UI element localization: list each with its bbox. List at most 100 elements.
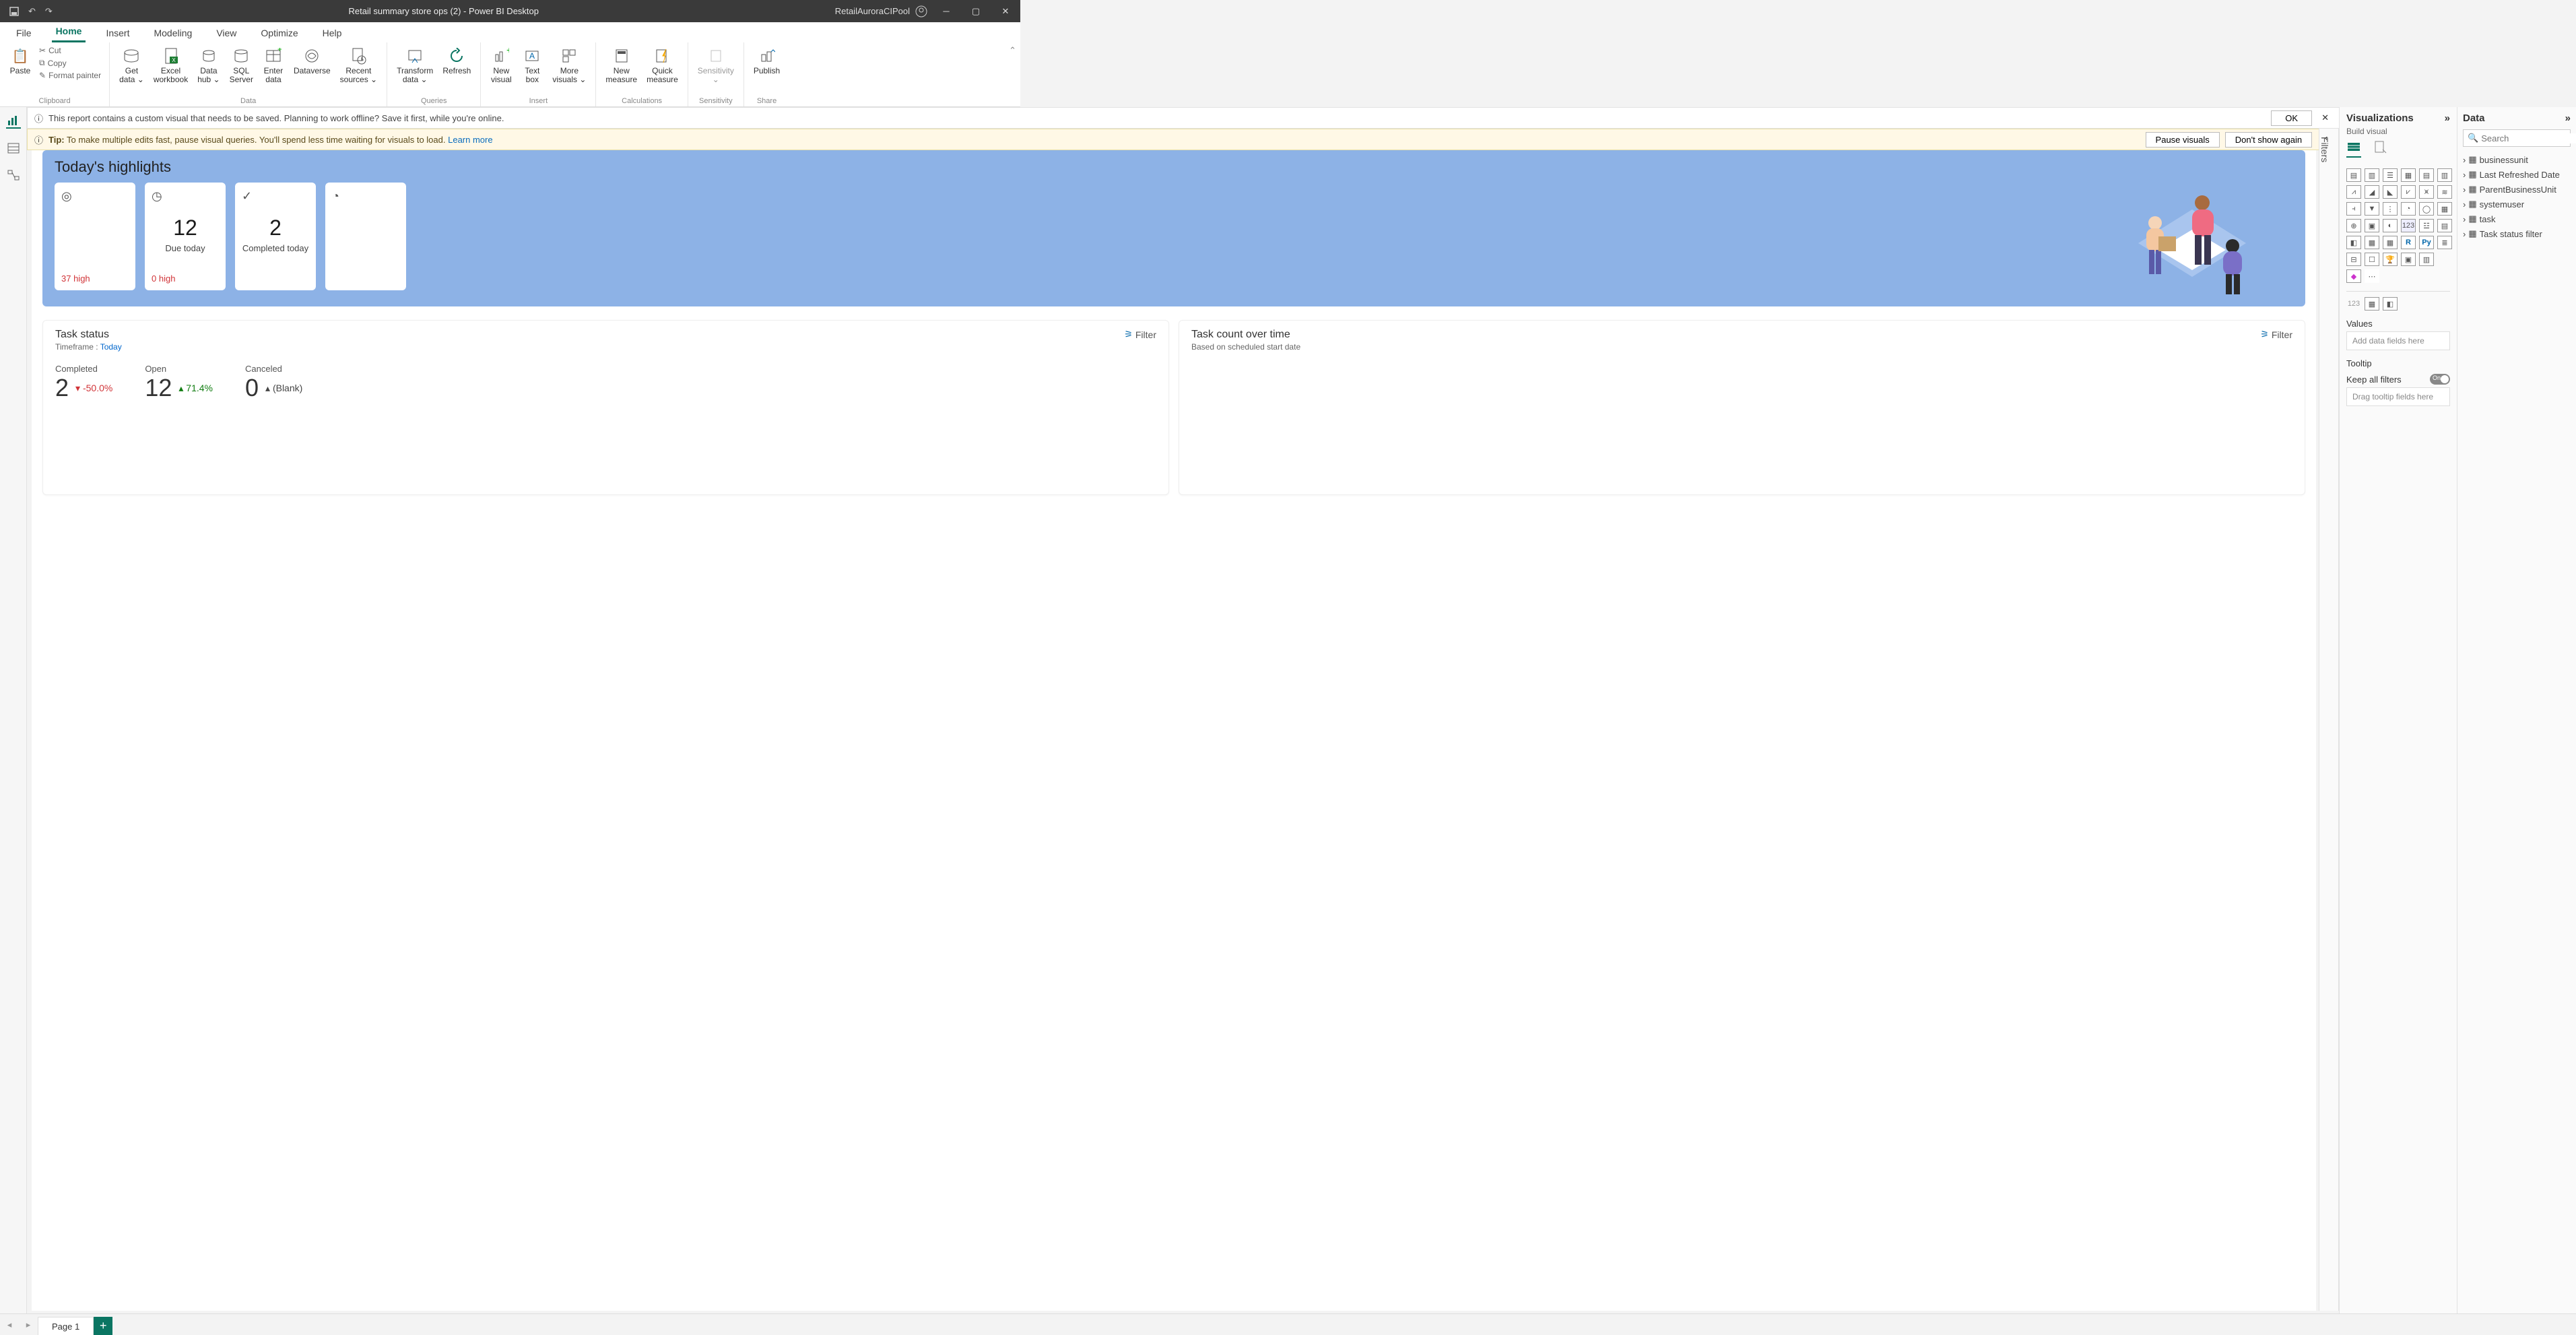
page-tab[interactable]: Page 1: [38, 1317, 94, 1335]
viz-slicer[interactable]: ▦: [2365, 236, 2379, 249]
viz-line[interactable]: ⩘: [2346, 185, 2361, 199]
highlight-card[interactable]: ◎ 37 high: [55, 183, 135, 290]
viz-table[interactable]: ▦: [2383, 236, 2398, 249]
excel-button[interactable]: XExcel workbook: [150, 45, 192, 86]
viz-line-clustered[interactable]: ⩙: [2419, 185, 2434, 199]
model-view-button[interactable]: [6, 168, 21, 183]
viz-azure-map[interactable]: ◐: [2383, 219, 2398, 232]
tab-help[interactable]: Help: [319, 24, 346, 42]
recent-sources-button[interactable]: Recent sources ⌄: [336, 45, 381, 86]
search-box[interactable]: 🔍: [2463, 129, 2571, 147]
search-input[interactable]: [2481, 133, 2576, 143]
field-item[interactable]: ›▦task: [2463, 211, 2571, 226]
viz-stacked-bar[interactable]: ▤: [2346, 168, 2361, 182]
filters-pane-collapsed[interactable]: ‹ Filters: [2319, 129, 2339, 1311]
info-close-button[interactable]: ✕: [2317, 112, 2333, 123]
chevron-right-icon[interactable]: »: [2445, 112, 2450, 124]
tab-optimize[interactable]: Optimize: [257, 24, 302, 42]
tab-insert[interactable]: Insert: [102, 24, 133, 42]
copy-button[interactable]: ⧉Copy: [36, 57, 104, 69]
dataverse-button[interactable]: Dataverse: [290, 45, 335, 77]
report-canvas[interactable]: Today's highlights ◎ 37 high ◷ 12 Due to…: [32, 150, 2316, 1311]
new-visual-button[interactable]: +New visual: [486, 45, 516, 86]
cut-button[interactable]: ✂Cut: [36, 45, 104, 56]
highlight-card[interactable]: ✓ 2 Completed today: [235, 183, 316, 290]
viz-stacked-area[interactable]: ◣: [2383, 185, 2398, 199]
text-box-button[interactable]: AText box: [517, 45, 547, 86]
viz-filled-map[interactable]: ▣: [2365, 219, 2379, 232]
viz-line-stacked[interactable]: ⩗: [2401, 185, 2416, 199]
timeframe-link[interactable]: Today: [100, 342, 122, 352]
viz-clustered-column[interactable]: ▦: [2401, 168, 2416, 182]
task-count-visual[interactable]: Task count over time Based on scheduled …: [1179, 320, 2305, 495]
filter-link[interactable]: ⚞Filter: [2260, 329, 2292, 340]
close-button[interactable]: ✕: [991, 0, 1020, 22]
viz-waterfall[interactable]: ⫞: [2346, 202, 2361, 216]
undo-icon[interactable]: ↶: [28, 6, 36, 17]
filter-link[interactable]: ⚞Filter: [1124, 329, 1156, 340]
field-item[interactable]: ›▦systemuser: [2463, 197, 2571, 211]
viz-powerapps[interactable]: ◆: [2346, 269, 2361, 283]
add-page-button[interactable]: +: [94, 1317, 112, 1335]
viz-map[interactable]: ⊕: [2346, 219, 2361, 232]
table-view-button[interactable]: [6, 141, 21, 156]
new-measure-button[interactable]: New measure: [601, 45, 641, 86]
tab-home[interactable]: Home: [52, 22, 86, 42]
minimize-button[interactable]: ─: [931, 0, 961, 22]
viz-ribbon[interactable]: ≋: [2437, 185, 2452, 199]
publish-button[interactable]: Publish: [750, 45, 784, 77]
viz-card[interactable]: ☳: [2419, 219, 2434, 232]
tab-file[interactable]: File: [12, 24, 36, 42]
paste-button[interactable]: 📋Paste: [5, 45, 35, 77]
viz-pie[interactable]: ◔: [2401, 202, 2416, 216]
viz-goals[interactable]: ▣: [2401, 253, 2416, 266]
viz-r[interactable]: R: [2401, 236, 2416, 249]
build-visual-mode[interactable]: [2346, 140, 2361, 158]
more-visuals-button[interactable]: More visuals ⌄: [548, 45, 590, 86]
viz-gauge[interactable]: 123: [2401, 219, 2416, 232]
viz-qa[interactable]: ☐: [2365, 253, 2379, 266]
viz-multi-card[interactable]: ▤: [2437, 219, 2452, 232]
viz-python[interactable]: Py: [2419, 236, 2434, 249]
maximize-button[interactable]: ▢: [961, 0, 991, 22]
collapse-ribbon-button[interactable]: ⌃: [1009, 45, 1016, 56]
format-visual-mode[interactable]: [2373, 140, 2387, 158]
redo-icon[interactable]: ↷: [45, 6, 53, 17]
viz-scatter[interactable]: ⋮: [2383, 202, 2398, 216]
info-ok-button[interactable]: OK: [2271, 110, 2312, 126]
dont-show-again-button[interactable]: Don't show again: [2225, 132, 2312, 148]
user-account[interactable]: RetailAuroraCIPool: [835, 5, 931, 18]
viz-custom-3[interactable]: ◧: [2383, 297, 2398, 311]
keep-all-filters-toggle[interactable]: On: [2430, 374, 2450, 385]
refresh-button[interactable]: Refresh: [438, 45, 475, 77]
viz-100-column[interactable]: ▥: [2437, 168, 2452, 182]
viz-kpi[interactable]: ◧: [2346, 236, 2361, 249]
enter-data-button[interactable]: +Enter data: [259, 45, 288, 86]
data-hub-button[interactable]: Data hub ⌄: [193, 45, 224, 86]
field-item[interactable]: ›▦Task status filter: [2463, 226, 2571, 241]
viz-stacked-column[interactable]: ▥: [2365, 168, 2379, 182]
viz-treemap[interactable]: ▦: [2437, 202, 2452, 216]
chevron-right-icon[interactable]: »: [2565, 112, 2571, 124]
viz-key-influencers[interactable]: ≣: [2437, 236, 2452, 249]
sensitivity-button[interactable]: Sensitivity ⌄: [694, 45, 738, 86]
tab-modeling[interactable]: Modeling: [150, 24, 196, 42]
viz-decomp[interactable]: ⊟: [2346, 253, 2361, 266]
save-icon[interactable]: [9, 7, 19, 16]
quick-measure-button[interactable]: Quick measure: [642, 45, 682, 86]
viz-narrative[interactable]: 🏆: [2383, 253, 2398, 266]
viz-paginated[interactable]: ▥: [2419, 253, 2434, 266]
viz-clustered-bar[interactable]: ☰: [2383, 168, 2398, 182]
pause-visuals-button[interactable]: Pause visuals: [2146, 132, 2220, 148]
get-data-button[interactable]: Get data ⌄: [115, 45, 148, 86]
field-item[interactable]: ›▦ParentBusinessUnit: [2463, 182, 2571, 197]
highlights-visual[interactable]: Today's highlights ◎ 37 high ◷ 12 Due to…: [42, 150, 2305, 306]
prev-page-button[interactable]: ◂: [0, 1314, 19, 1335]
field-item[interactable]: ›▦businessunit: [2463, 152, 2571, 167]
viz-custom-1[interactable]: 123: [2346, 297, 2361, 311]
learn-more-link[interactable]: Learn more: [448, 135, 492, 145]
viz-custom-2[interactable]: ▦: [2365, 297, 2379, 311]
next-page-button[interactable]: ▸: [19, 1314, 38, 1335]
highlight-card[interactable]: ◔: [325, 183, 406, 290]
viz-area[interactable]: ◢: [2365, 185, 2379, 199]
